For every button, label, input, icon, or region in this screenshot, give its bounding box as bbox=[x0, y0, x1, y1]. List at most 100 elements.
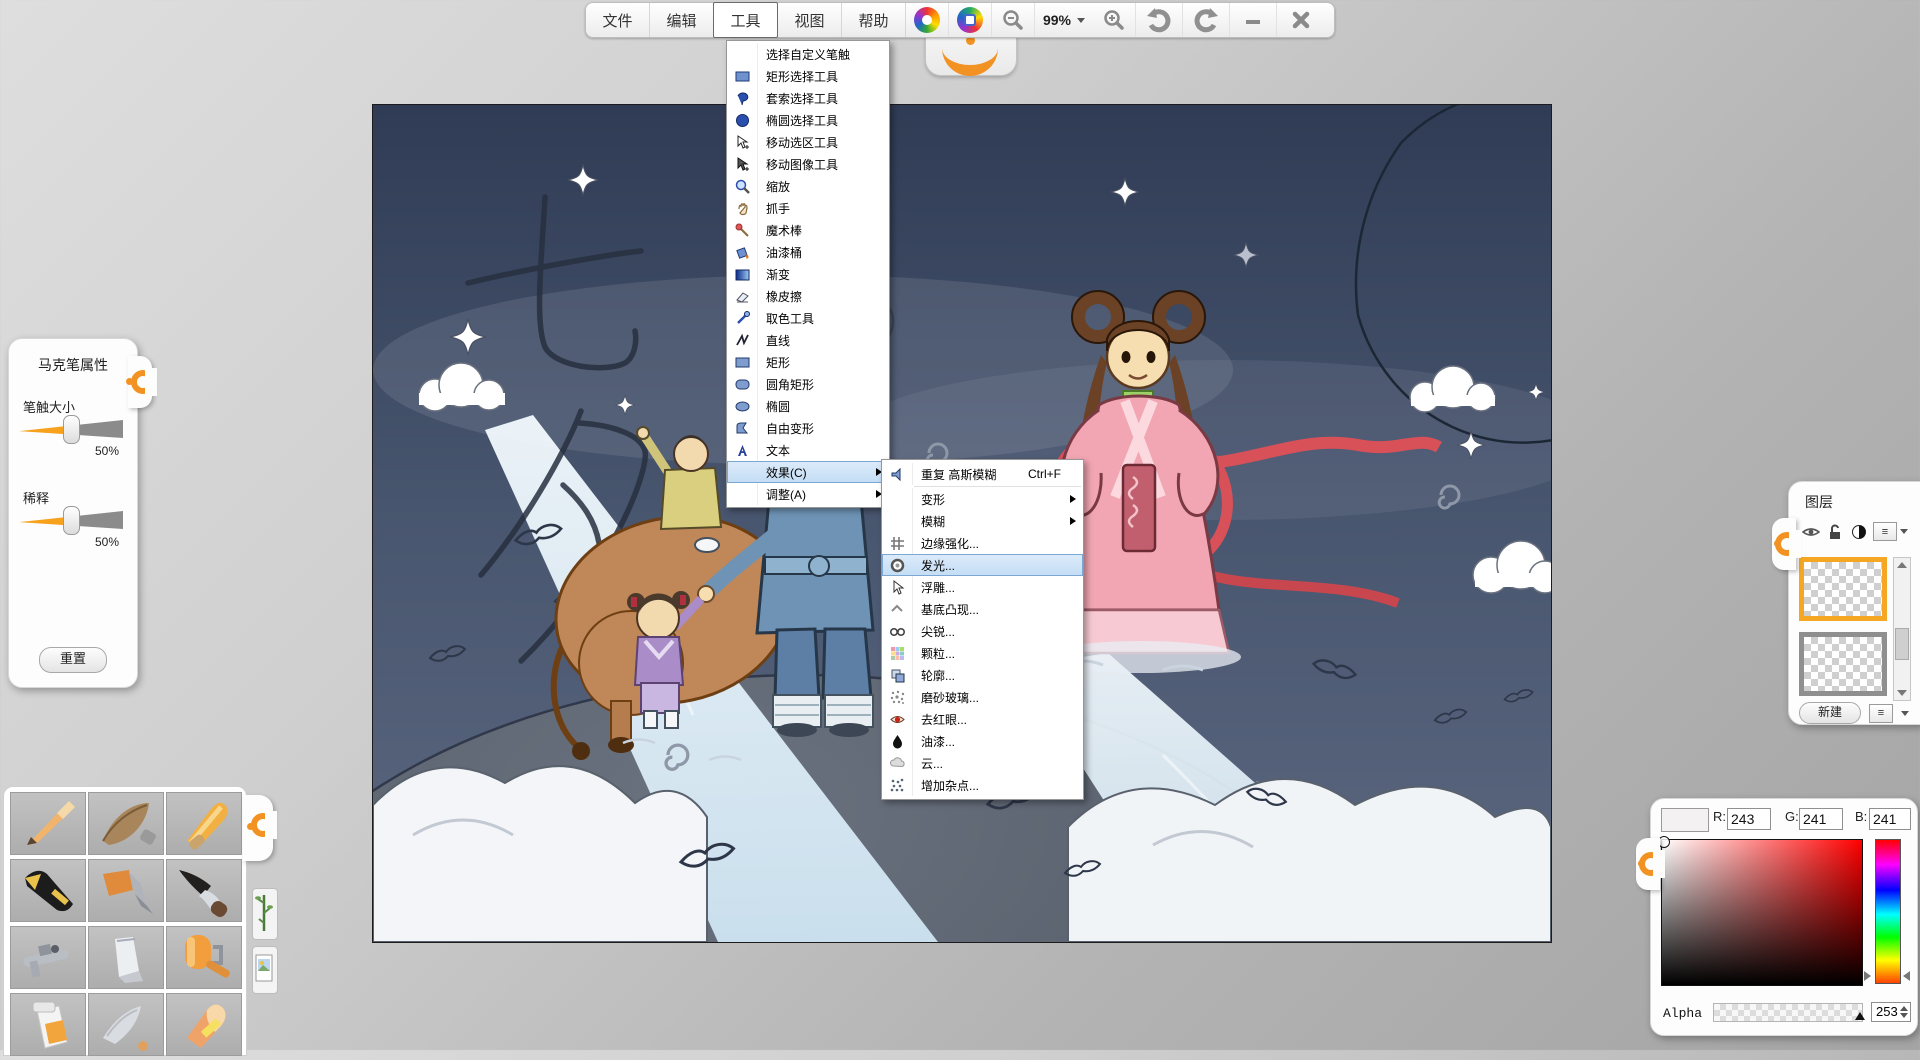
app-logo-button[interactable] bbox=[906, 3, 949, 37]
chevron-down-icon[interactable] bbox=[1900, 529, 1908, 534]
brush-size-slider-knob[interactable] bbox=[63, 415, 80, 444]
tools-menu-item[interactable]: 抓手 bbox=[727, 197, 889, 219]
brush-paintbrush[interactable] bbox=[88, 859, 164, 922]
hue-bar[interactable] bbox=[1875, 839, 1901, 984]
tools-menu-item[interactable]: 渐变 bbox=[727, 263, 889, 285]
palette-tab-stamp-images[interactable] bbox=[252, 946, 278, 994]
r-input[interactable] bbox=[1727, 808, 1771, 830]
scrollbar-thumb[interactable] bbox=[1895, 628, 1909, 660]
redo-button[interactable] bbox=[1183, 3, 1230, 37]
effects-item-transform[interactable]: 变形 bbox=[882, 488, 1083, 510]
tools-menu-item[interactable]: 油漆桶 bbox=[727, 241, 889, 263]
tools-menu-item[interactable]: 橡皮擦 bbox=[727, 285, 889, 307]
effects-item-red-eye[interactable]: 去红眼... bbox=[882, 708, 1083, 730]
menu-edit-button[interactable]: 编辑 bbox=[650, 3, 714, 37]
dilution-slider-knob[interactable] bbox=[63, 506, 80, 535]
close-button[interactable] bbox=[1277, 3, 1325, 37]
effects-item-paint[interactable]: 油漆... bbox=[882, 730, 1083, 752]
tools-menu-item[interactable]: 套索选择工具 bbox=[727, 87, 889, 109]
brush-size-slider[interactable] bbox=[19, 420, 123, 438]
menu-view-button[interactable]: 视图 bbox=[778, 3, 842, 37]
tools-menu-item[interactable]: 椭圆 bbox=[727, 395, 889, 417]
alpha-slider[interactable] bbox=[1713, 1003, 1863, 1022]
brush-airbrush[interactable] bbox=[10, 926, 86, 989]
effects-item-edge-enhance[interactable]: 边缘强化... bbox=[882, 532, 1083, 554]
effects-item-grain[interactable]: 颗粒... bbox=[882, 642, 1083, 664]
alpha-spinner[interactable]: 253 bbox=[1871, 1002, 1911, 1022]
layers-panel-collapse-tab[interactable] bbox=[1772, 518, 1796, 570]
tools-menu-item[interactable]: 自由变形 bbox=[727, 417, 889, 439]
effects-item-glow[interactable]: 发光... bbox=[882, 554, 1083, 576]
effects-item-emboss[interactable]: 浮雕... bbox=[882, 576, 1083, 598]
effects-item-add-noise[interactable]: 增加杂点... bbox=[882, 774, 1083, 796]
hue-marker-right-icon[interactable] bbox=[1903, 971, 1910, 981]
brush-pencil[interactable] bbox=[10, 792, 86, 855]
layer-thumbnail[interactable] bbox=[1799, 632, 1887, 696]
effects-item-contour[interactable]: 轮廓... bbox=[882, 664, 1083, 686]
brush-wood-pencil[interactable] bbox=[88, 792, 164, 855]
g-input[interactable] bbox=[1799, 808, 1843, 830]
tools-menu-item-adjust[interactable]: 调整(A) bbox=[727, 483, 889, 505]
tools-menu-item[interactable]: 移动图像工具 bbox=[727, 153, 889, 175]
b-input[interactable] bbox=[1869, 808, 1911, 830]
menu-tools-button[interactable]: 工具 bbox=[713, 2, 778, 38]
picture-icon bbox=[253, 947, 275, 991]
layers-more-menu-button[interactable]: ≡ bbox=[1869, 704, 1893, 723]
palette-collapse-tab[interactable] bbox=[243, 795, 273, 861]
brush-pastel[interactable] bbox=[166, 993, 242, 1056]
brush-crayon[interactable] bbox=[166, 792, 242, 855]
layer-thumbnail-selected[interactable] bbox=[1799, 557, 1887, 621]
effects-item-clouds[interactable]: 云... bbox=[882, 752, 1083, 774]
brush-paint-tube[interactable] bbox=[10, 993, 86, 1056]
effects-item-bas-relief[interactable]: 基底凸现... bbox=[882, 598, 1083, 620]
marker-panel-collapse-tab[interactable] bbox=[128, 356, 152, 408]
reset-button[interactable]: 重置 bbox=[39, 647, 107, 673]
tools-menu-item[interactable]: 圆角矩形 bbox=[727, 373, 889, 395]
spin-up-icon[interactable] bbox=[1900, 1006, 1908, 1011]
hue-marker-left-icon[interactable] bbox=[1864, 971, 1871, 981]
brush-palette-knife[interactable] bbox=[88, 926, 164, 989]
effects-item-repeat-gaussian[interactable]: 重复 高斯模糊 Ctrl+F bbox=[882, 463, 1083, 485]
menu-help-button[interactable]: 帮助 bbox=[842, 3, 906, 37]
tools-menu-item[interactable]: 文本 bbox=[727, 439, 889, 461]
tools-menu-item[interactable]: 矩形 bbox=[727, 351, 889, 373]
palette-tab-nature-brushes[interactable] bbox=[252, 888, 278, 940]
zoom-in-button[interactable] bbox=[1093, 3, 1136, 37]
new-layer-button[interactable]: 新建 bbox=[1799, 702, 1861, 724]
layer-options-menu-button[interactable]: ≡ bbox=[1873, 522, 1897, 541]
effects-item-frosted-glass[interactable]: 磨砂玻璃... bbox=[882, 686, 1083, 708]
tools-menu-item[interactable]: 矩形选择工具 bbox=[727, 65, 889, 87]
undo-button[interactable] bbox=[1136, 3, 1183, 37]
scroll-up-icon[interactable] bbox=[1897, 562, 1907, 568]
dilution-slider[interactable] bbox=[19, 511, 123, 529]
minimize-button[interactable] bbox=[1230, 3, 1277, 37]
tools-menu-item-effects[interactable]: 效果(C) bbox=[727, 461, 889, 483]
spin-down-icon[interactable] bbox=[1900, 1013, 1908, 1018]
layer-blend-contrast-icon[interactable] bbox=[1849, 523, 1869, 541]
tools-menu-item[interactable]: 取色工具 bbox=[727, 307, 889, 329]
layers-scrollbar[interactable] bbox=[1893, 557, 1911, 701]
tools-menu-item[interactable]: 选择自定义笔触 bbox=[727, 43, 889, 65]
zoom-level-select[interactable]: 99% bbox=[1035, 3, 1093, 37]
chevron-down-icon[interactable] bbox=[1901, 711, 1909, 716]
brush-fountain-pen[interactable] bbox=[10, 859, 86, 922]
color-picker-collapse-tab[interactable] bbox=[1636, 838, 1660, 890]
brush-felt-tip[interactable] bbox=[88, 993, 164, 1056]
alpha-marker-icon[interactable] bbox=[1855, 1012, 1865, 1020]
layer-visibility-eye-icon[interactable] bbox=[1801, 523, 1821, 541]
gallery-logo-button[interactable] bbox=[949, 3, 992, 37]
scroll-down-icon[interactable] bbox=[1897, 690, 1907, 696]
tools-menu-item[interactable]: 魔术棒 bbox=[727, 219, 889, 241]
zoom-out-button[interactable] bbox=[992, 3, 1035, 37]
saturation-value-square[interactable] bbox=[1661, 839, 1863, 986]
effects-item-blur[interactable]: 模糊 bbox=[882, 510, 1083, 532]
brush-paint-roller[interactable] bbox=[166, 926, 242, 989]
tools-menu-item[interactable]: 直线 bbox=[727, 329, 889, 351]
tools-menu-item[interactable]: 椭圆选择工具 bbox=[727, 109, 889, 131]
tools-menu-item[interactable]: 缩放 bbox=[727, 175, 889, 197]
layer-lock-icon[interactable] bbox=[1825, 523, 1845, 541]
tools-menu-item[interactable]: 移动选区工具 bbox=[727, 131, 889, 153]
menu-file-button[interactable]: 文件 bbox=[586, 3, 650, 37]
brush-ink-brush[interactable] bbox=[166, 859, 242, 922]
effects-item-sharpen[interactable]: 尖锐... bbox=[882, 620, 1083, 642]
